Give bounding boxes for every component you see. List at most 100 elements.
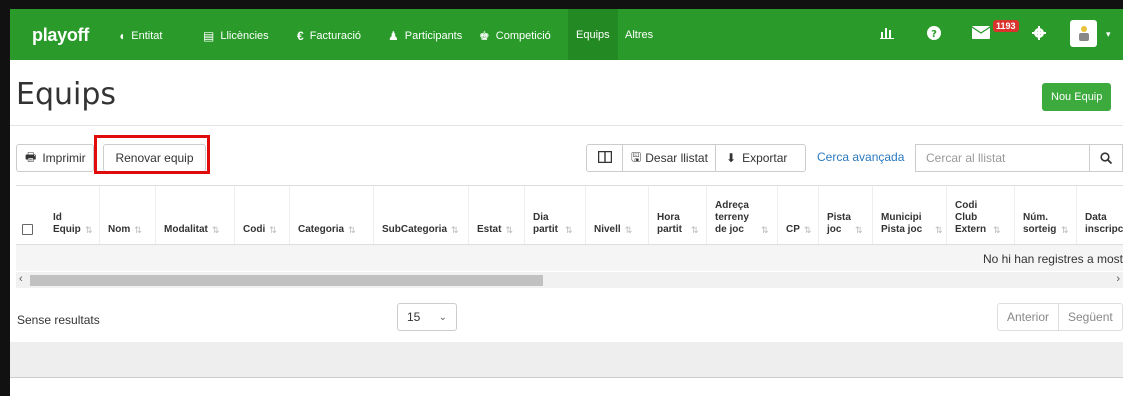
- sort-icon: ⇅: [935, 225, 943, 235]
- sort-icon: ⇅: [211, 225, 220, 235]
- advanced-search-link[interactable]: Cerca avançada: [817, 150, 904, 164]
- horizontal-scrollbar[interactable]: ‹ ›: [16, 272, 1123, 288]
- nav-label: Facturació: [309, 30, 362, 42]
- floppy-disk-icon: 🖫: [631, 149, 642, 164]
- scrollbar-thumb[interactable]: [30, 275, 543, 286]
- sort-icon: ⇅: [855, 225, 863, 235]
- column-header[interactable]: Dia partit ⇅: [525, 186, 586, 244]
- nav-label: Altres: [625, 29, 654, 41]
- export-button[interactable]: ⬇ Exportar: [715, 144, 806, 172]
- gear-icon[interactable]: [1032, 26, 1046, 43]
- printer-icon: 🖶: [25, 149, 37, 164]
- columns-toggle-button[interactable]: [586, 144, 623, 172]
- user-icon: ♟: [388, 29, 399, 43]
- id-card-icon: ▤: [203, 29, 215, 43]
- column-label: Modalitat: [164, 224, 208, 235]
- column-header[interactable]: Municipi Pista joc ⇅: [873, 186, 947, 244]
- sort-icon: ⇅: [993, 225, 1001, 235]
- nav-item-equips[interactable]: Equips: [568, 9, 618, 60]
- sort-icon: ⇅: [505, 225, 513, 235]
- results-info: Sense resultats: [17, 313, 100, 327]
- sort-icon: ⇅: [1061, 225, 1069, 235]
- column-header[interactable]: Núm. sorteig ⇅: [1015, 186, 1077, 244]
- screenshot-frame-top: [0, 0, 1123, 9]
- nav-item-altres[interactable]: Altres: [625, 29, 653, 41]
- column-label: Municipi Pista joc: [881, 212, 923, 235]
- print-label: Imprimir: [42, 151, 86, 165]
- sort-icon: ⇅: [691, 225, 699, 235]
- column-label: Dia partit: [533, 212, 558, 235]
- next-page-button[interactable]: Següent: [1059, 303, 1123, 331]
- column-header[interactable]: Estat ⇅: [469, 186, 525, 244]
- column-header[interactable]: Codi Club Extern ⇅: [947, 186, 1015, 244]
- previous-page-button[interactable]: Anterior: [997, 303, 1060, 331]
- column-header[interactable]: CP ⇅: [778, 186, 819, 244]
- column-label: Núm. sorteig: [1023, 212, 1057, 235]
- scroll-right-arrow-icon[interactable]: ›: [1116, 273, 1120, 285]
- column-header[interactable]: Nivell ⇅: [586, 186, 649, 244]
- column-label: Id Equip: [53, 212, 81, 235]
- column-label: Codi Club Extern: [955, 200, 987, 235]
- user-avatar-icon[interactable]: [1070, 20, 1097, 47]
- export-label: Exportar: [742, 151, 788, 165]
- nav-label: Llicències: [220, 30, 269, 42]
- nav-label: Participants: [404, 30, 463, 42]
- divider: [10, 125, 1123, 126]
- nav-item-competicio[interactable]: ♚ Competició: [479, 29, 551, 43]
- table-header: Id Equip ⇅ Nom ⇅ Modalitat ⇅ Codi ⇅ Categori…: [16, 185, 1123, 246]
- sort-icon: ⇅: [451, 225, 459, 235]
- sort-icon: ⇅: [565, 225, 573, 235]
- chevron-down-icon: ⌄: [438, 311, 447, 323]
- divider: [10, 377, 1123, 378]
- column-header[interactable]: SubCategoria ⇅: [374, 186, 469, 244]
- column-header[interactable]: Id Equip ⇅: [45, 186, 100, 244]
- column-header[interactable]: Codi ⇅: [235, 186, 290, 244]
- new-team-button[interactable]: Nou Equip: [1042, 83, 1112, 111]
- highlight-box: [94, 135, 210, 174]
- column-header[interactable]: Pista joc ⇅: [819, 186, 873, 244]
- nav-item-entitat[interactable]: ◖ Entitat: [118, 29, 162, 43]
- column-label: SubCategoria: [382, 224, 448, 235]
- column-label: Pista joc: [827, 212, 851, 235]
- mail-count-badge: 1193: [993, 20, 1019, 32]
- page-size-select[interactable]: 15 ⌄: [397, 303, 457, 331]
- table-empty-row: No hi han registres a most: [16, 245, 1123, 271]
- select-all-checkbox[interactable]: [22, 224, 33, 235]
- trophy-icon: ♚: [479, 29, 490, 43]
- sort-icon: ⇅: [624, 225, 633, 235]
- brand-logo[interactable]: playoff: [32, 25, 89, 46]
- sort-icon: ⇅: [85, 225, 93, 235]
- envelope-icon[interactable]: [971, 26, 991, 42]
- column-label: Estat: [477, 224, 502, 235]
- column-header[interactable]: Adreça terreny de joc ⇅: [707, 186, 778, 244]
- search-icon[interactable]: [1089, 144, 1123, 172]
- column-header[interactable]: Data inscripci: [1077, 186, 1123, 244]
- nav-item-participants[interactable]: ♟ Participants: [388, 29, 462, 43]
- column-header[interactable]: Hora partit ⇅: [649, 186, 707, 244]
- bar-chart-icon[interactable]: [880, 26, 894, 42]
- column-header[interactable]: Nom ⇅: [100, 186, 156, 244]
- column-label: Hora partit: [657, 212, 682, 235]
- svg-text:?: ?: [931, 29, 937, 40]
- download-icon: ⬇: [726, 151, 737, 165]
- column-label: Data inscripci: [1085, 212, 1123, 235]
- column-label: Categoria: [298, 224, 345, 235]
- sort-icon: ⇅: [348, 225, 356, 235]
- scroll-left-arrow-icon[interactable]: ‹: [19, 273, 23, 285]
- nav-item-llicencies[interactable]: ▤ Llicències: [203, 29, 269, 43]
- question-icon[interactable]: ?: [927, 26, 941, 43]
- column-label: Codi: [243, 224, 266, 235]
- search-input[interactable]: Cercar al llistat: [915, 144, 1090, 172]
- sort-icon: ⇅: [269, 225, 277, 235]
- column-header[interactable]: Modalitat ⇅: [156, 186, 235, 244]
- column-label: Nom: [108, 224, 131, 235]
- page-title: Equips: [16, 77, 117, 112]
- top-navbar: playoff ◖ Entitat ▤ Llicències € Factura…: [10, 9, 1123, 60]
- column-header[interactable]: Categoria ⇅: [290, 186, 374, 244]
- column-label: CP: [786, 224, 800, 235]
- empty-message: No hi han registres a most: [982, 252, 1123, 266]
- chevron-down-icon[interactable]: ▾: [1106, 29, 1111, 40]
- save-list-button[interactable]: 🖫 Desar llistat: [622, 144, 716, 172]
- print-button[interactable]: 🖶 Imprimir: [16, 144, 94, 172]
- nav-item-facturacio[interactable]: € Facturació: [297, 29, 361, 43]
